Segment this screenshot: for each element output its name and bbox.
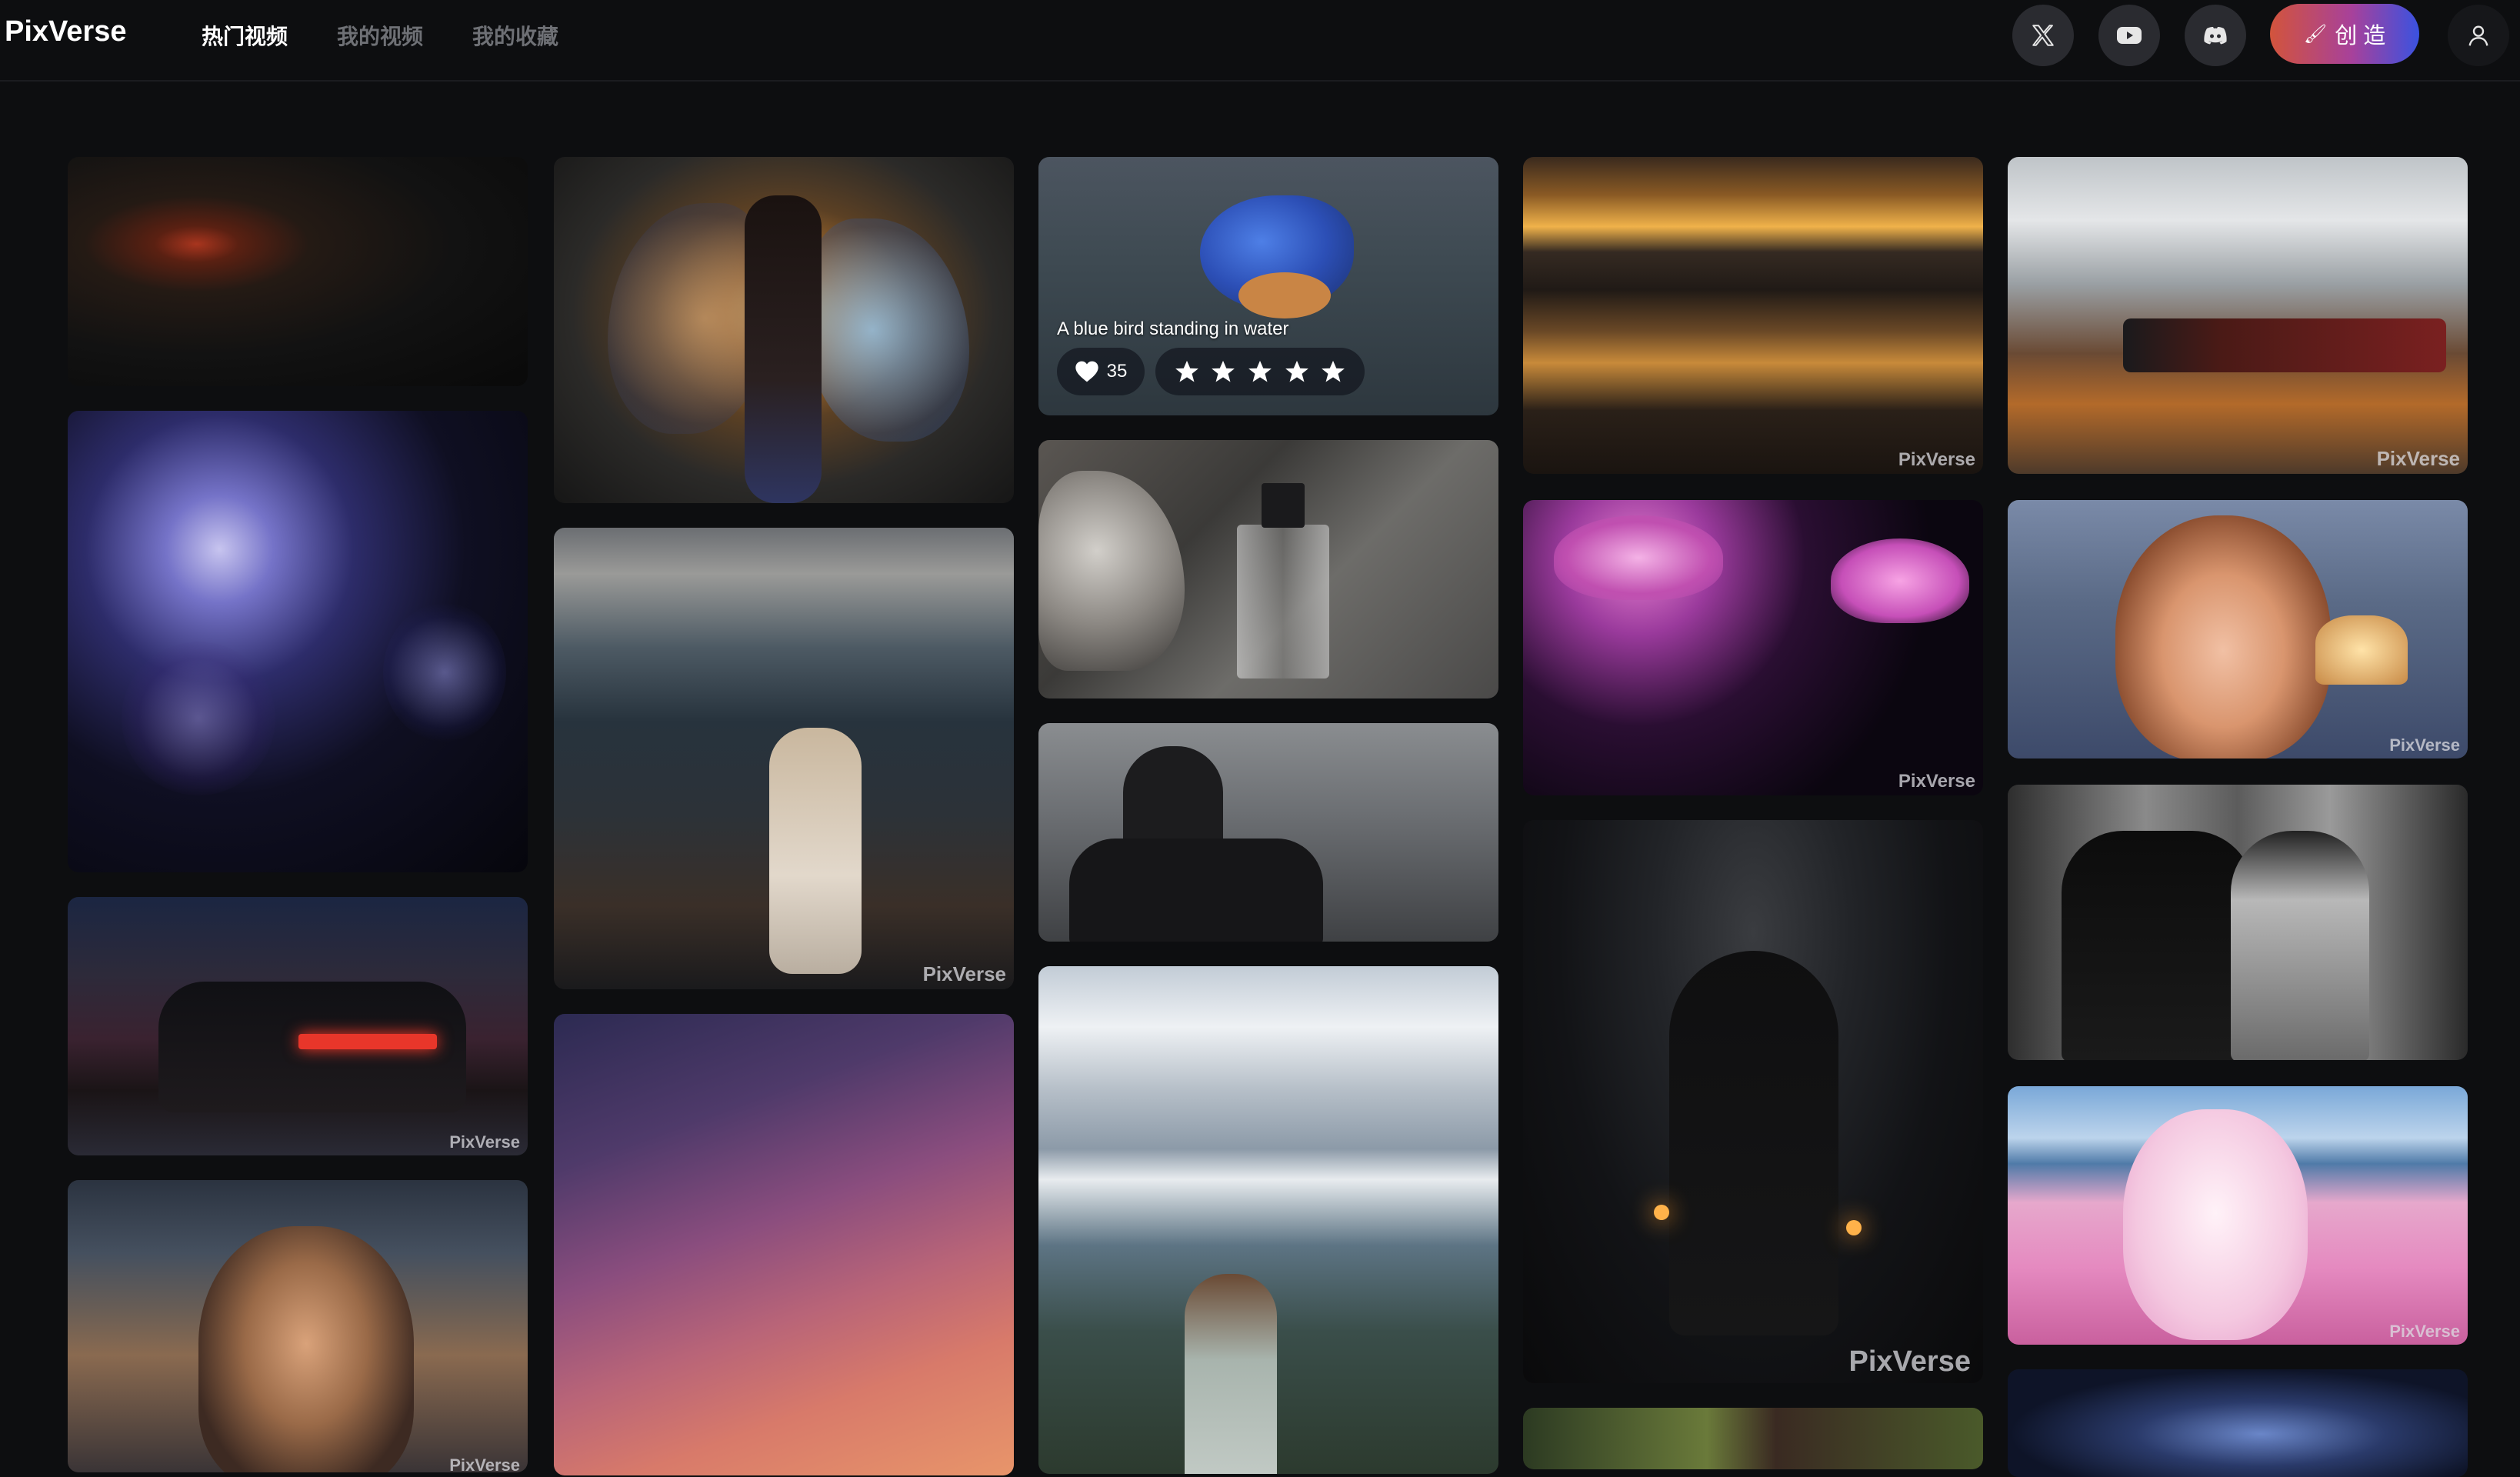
jellyfish-glow: [383, 603, 506, 742]
pixverse-logo[interactable]: PixVerse: [5, 15, 126, 48]
right-wing: [808, 218, 969, 442]
heart-icon: [1075, 361, 1098, 382]
video-tile-forest[interactable]: [1523, 1408, 1983, 1469]
hooded-figure: [1669, 951, 1838, 1335]
video-tile-pink-jellyfish[interactable]: PixVerse: [1523, 500, 1983, 795]
bottle-cap: [1262, 483, 1305, 528]
create-button-label: 创 造: [2335, 24, 2386, 48]
woman-face: [198, 1226, 414, 1472]
candle-light: [1654, 1205, 1669, 1220]
video-tile-sunset-clouds[interactable]: [554, 1014, 1014, 1475]
star-icon[interactable]: [1320, 358, 1346, 385]
woman-figure: [2231, 831, 2369, 1060]
video-tile-car-night-road[interactable]: [68, 157, 528, 386]
video-tile-car-neon-street[interactable]: PixVerse: [68, 897, 528, 1155]
fairy-body: [745, 195, 822, 503]
create-button[interactable]: 🖌 创 造: [2270, 4, 2419, 64]
lamp: [2315, 615, 2408, 685]
tab-my-videos[interactable]: 我的视频: [337, 20, 423, 51]
star-icon[interactable]: [1210, 358, 1236, 385]
watermark: PixVerse: [2376, 447, 2460, 470]
bird-breast: [1238, 272, 1331, 318]
video-tile-animated-girl[interactable]: PixVerse: [2008, 500, 2468, 759]
x-twitter-button[interactable]: [2012, 5, 2074, 66]
video-tile-butterfly-fairy[interactable]: [554, 157, 1014, 503]
like-count: 35: [1106, 361, 1128, 382]
star-rating[interactable]: [1155, 348, 1365, 395]
video-tile-blue-bird-featured[interactable]: A blue bird standing in water 35: [1038, 157, 1498, 415]
watermark: PixVerse: [922, 962, 1006, 985]
watermark: PixVerse: [2389, 735, 2460, 755]
video-tile-lake-sunset[interactable]: PixVerse: [1523, 157, 1983, 474]
video-caption: A blue bird standing in water: [1057, 318, 1289, 339]
perfume-bottle: [1237, 525, 1329, 678]
woman-figure: [769, 728, 862, 974]
girl-figure: [1185, 1274, 1277, 1474]
video-tile-woman-lake[interactable]: PixVerse: [554, 528, 1014, 989]
video-tile-pink-dog[interactable]: PixVerse: [2008, 1086, 2468, 1345]
star-icon[interactable]: [1247, 358, 1273, 385]
watermark: PixVerse: [1898, 771, 1975, 792]
top-nav-bar: PixVerse 热门视频 我的视频 我的收藏 🖌 创 造: [0, 0, 2520, 82]
watermark: PixVerse: [1848, 1345, 1971, 1378]
star-icon[interactable]: [1174, 358, 1200, 385]
video-tile-perfume-bottle[interactable]: [1038, 440, 1498, 698]
video-tile-noir-couple[interactable]: [2008, 785, 2468, 1060]
user-icon: [2468, 25, 2488, 46]
car-taillights: [298, 1034, 437, 1049]
watermark: PixVerse: [2389, 1322, 2460, 1341]
video-tile-hooded-figure[interactable]: PixVerse: [1523, 820, 1983, 1383]
jellyfish-glow: [122, 642, 275, 795]
video-tile-glowing-jellyfish[interactable]: [68, 411, 528, 872]
video-tile-mountain-girl[interactable]: [1038, 966, 1498, 1474]
discord-button[interactable]: [2185, 5, 2246, 66]
man-figure: [2062, 831, 2254, 1060]
star-icon[interactable]: [1284, 358, 1310, 385]
horse: [1069, 839, 1323, 942]
x-twitter-icon: [2032, 25, 2054, 46]
video-tile-night-scene[interactable]: [2008, 1369, 2468, 1477]
watermark: PixVerse: [449, 1132, 520, 1152]
discord-icon: [2204, 27, 2227, 45]
girl-face: [2115, 515, 2331, 759]
youtube-button[interactable]: [2098, 5, 2160, 66]
watermark: PixVerse: [449, 1455, 520, 1472]
rock: [1038, 471, 1185, 671]
jellyfish-bell: [1554, 515, 1723, 600]
train: [2123, 318, 2446, 372]
video-tile-medieval-rider[interactable]: [1038, 723, 1498, 942]
user-profile-button[interactable]: [2448, 5, 2509, 66]
candle-light: [1846, 1220, 1862, 1235]
jellyfish-bell: [1831, 538, 1969, 623]
brush-icon: 🖌: [2303, 23, 2328, 45]
like-button[interactable]: 35: [1057, 348, 1145, 395]
youtube-icon: [2117, 27, 2142, 44]
dog-figure: [2123, 1109, 2308, 1340]
tab-hot-videos[interactable]: 热门视频: [202, 20, 288, 51]
watermark: PixVerse: [1898, 449, 1975, 470]
tab-my-favorites[interactable]: 我的收藏: [472, 20, 558, 51]
video-tile-woman-beach[interactable]: PixVerse: [68, 1180, 528, 1472]
video-tile-steam-train[interactable]: PixVerse: [2008, 157, 2468, 474]
